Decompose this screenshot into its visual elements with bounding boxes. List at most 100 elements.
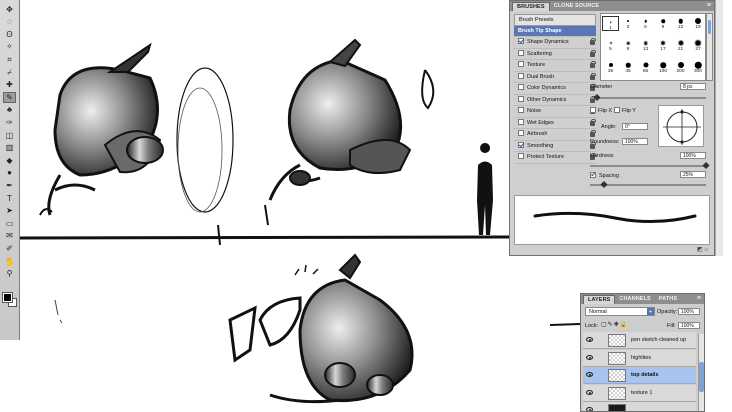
option-checkbox[interactable] xyxy=(518,141,524,148)
type-icon[interactable]: T xyxy=(3,193,16,204)
opacity-field[interactable]: 100% xyxy=(678,308,700,315)
brush-option-color-dynamics[interactable]: Color Dynamics xyxy=(514,83,596,95)
brush-tip[interactable]: 9 xyxy=(620,38,637,53)
brush-tip[interactable]: 300 xyxy=(690,60,706,75)
zoom-icon[interactable]: ⚲ xyxy=(3,269,16,280)
history-brush-icon[interactable]: ✑ xyxy=(3,117,16,128)
eye-icon[interactable] xyxy=(586,407,593,411)
brush-tip[interactable]: 100 xyxy=(655,60,672,75)
shape-icon[interactable]: ▭ xyxy=(3,218,16,229)
eye-icon[interactable] xyxy=(586,354,593,360)
lock-icon[interactable] xyxy=(590,38,596,45)
brush-option-noise[interactable]: Noise xyxy=(514,106,596,118)
foreground-color-swatch[interactable] xyxy=(2,292,13,303)
brush-option-airbrush[interactable]: Airbrush xyxy=(514,129,596,141)
option-checkbox[interactable] xyxy=(518,153,524,159)
flip-y-checkbox[interactable]: Flip Y xyxy=(614,107,636,114)
tab-channels[interactable]: CHANNELS xyxy=(615,295,654,304)
brush-tip[interactable]: 5 xyxy=(602,38,619,53)
brush-tip[interactable]: 27 xyxy=(690,38,706,53)
crop-icon[interactable]: ⌗ xyxy=(3,54,16,65)
brush-option-wet-edges[interactable]: Wet Edges xyxy=(514,118,596,129)
option-checkbox[interactable] xyxy=(518,61,524,67)
stamp-icon[interactable]: ♣ xyxy=(3,105,16,116)
lock-icons[interactable]: ▢✎✥🔒 xyxy=(601,321,628,328)
brush-tip[interactable]: 45 xyxy=(620,60,637,75)
eraser-icon[interactable]: ◫ xyxy=(3,130,16,141)
healing-icon[interactable]: ✚ xyxy=(3,80,16,91)
diameter-field[interactable]: 8 px xyxy=(680,83,706,90)
hand-icon[interactable]: ✋ xyxy=(3,256,16,267)
brush-tip[interactable]: 5 xyxy=(637,16,654,31)
lock-icon[interactable] xyxy=(590,130,596,137)
blend-mode-select[interactable]: Normal ▼ xyxy=(585,307,655,316)
brush-presets-button[interactable]: Brush Presets xyxy=(514,14,596,26)
layers-menu-icon[interactable]: ≡ xyxy=(697,295,701,303)
option-checkbox[interactable] xyxy=(518,95,524,102)
magic-wand-icon[interactable]: ✧ xyxy=(3,42,16,53)
tab-paths[interactable]: PATHS xyxy=(655,295,681,304)
brush-option-protect-texture[interactable]: Protect Texture xyxy=(514,152,596,164)
option-checkbox[interactable] xyxy=(518,38,524,44)
brush-tip[interactable]: 19 xyxy=(690,16,706,31)
angle-field[interactable]: 0° xyxy=(622,123,648,130)
option-checkbox[interactable] xyxy=(518,130,524,136)
brush-tip[interactable]: 65 xyxy=(637,60,654,75)
brush-tip[interactable]: 13 xyxy=(637,38,654,53)
brush-tip[interactable]: 9 xyxy=(655,16,672,31)
spacing-field[interactable]: 25% xyxy=(680,171,706,178)
brush-option-texture[interactable]: Texture xyxy=(514,60,596,72)
canvas-vertical-scrollbar[interactable] xyxy=(715,0,723,256)
move-icon[interactable]: ✥ xyxy=(3,4,16,15)
eye-icon[interactable] xyxy=(586,337,593,342)
gradient-icon[interactable]: ▥ xyxy=(3,143,16,154)
brush-option-scattering[interactable]: Scattering xyxy=(514,49,596,60)
brush-tip[interactable]: 17 xyxy=(655,38,672,53)
spacing-checkbox[interactable]: Spacing xyxy=(590,171,619,179)
diameter-slider[interactable] xyxy=(590,93,706,102)
hardness-slider[interactable] xyxy=(590,161,710,170)
path-select-icon[interactable]: ➤ xyxy=(3,206,16,217)
notes-icon[interactable]: ✉ xyxy=(3,231,16,242)
option-checkbox[interactable] xyxy=(518,118,524,125)
lasso-icon[interactable]: ʘ xyxy=(3,29,16,40)
roundness-field[interactable]: 100% xyxy=(622,138,648,145)
brush-option-brush-tip-shape[interactable]: Brush Tip Shape xyxy=(514,25,596,37)
option-checkbox[interactable] xyxy=(518,49,524,56)
option-checkbox[interactable] xyxy=(518,84,524,90)
brush-tip[interactable]: 35 xyxy=(602,60,619,75)
slice-icon[interactable]: ⌿ xyxy=(3,67,16,78)
marquee-icon[interactable]: ◌ xyxy=(3,17,16,28)
pen-icon[interactable]: ✒ xyxy=(3,180,16,191)
option-checkbox[interactable] xyxy=(518,72,524,79)
angle-roundness-widget[interactable] xyxy=(658,105,704,147)
flip-x-checkbox[interactable]: Flip X xyxy=(590,107,612,114)
lock-icon[interactable] xyxy=(590,118,596,126)
brush-icon[interactable]: ✎ xyxy=(3,92,16,104)
brush-tip[interactable]: 13 xyxy=(672,16,689,31)
layer-row[interactable]: highlites xyxy=(583,349,696,367)
fill-field[interactable]: 100% xyxy=(678,322,700,329)
panel-menu-icon[interactable]: ≡ xyxy=(707,2,711,10)
tab-brushes[interactable]: BRUSHES xyxy=(512,2,550,11)
layers-scrollbar[interactable] xyxy=(698,334,704,411)
brush-option-smoothing[interactable]: Smoothing xyxy=(514,141,596,152)
eyedropper-icon[interactable]: ✐ xyxy=(3,243,16,254)
brush-tip[interactable]: 200 xyxy=(672,60,689,75)
blur-icon[interactable]: ◆ xyxy=(3,155,16,166)
eye-icon[interactable] xyxy=(586,389,593,395)
lock-icon[interactable] xyxy=(590,72,596,80)
layer-row[interactable] xyxy=(583,402,696,411)
brush-option-other-dynamics[interactable]: Other Dynamics xyxy=(514,95,596,106)
spacing-slider[interactable] xyxy=(590,180,706,189)
tab-layers[interactable]: LAYERS xyxy=(583,295,616,304)
brush-tip[interactable]: 1 xyxy=(602,16,619,31)
tab-clone-source[interactable]: CLONE SOURCE xyxy=(550,2,604,11)
brush-option-dual-brush[interactable]: Dual Brush xyxy=(514,72,596,83)
brush-tip[interactable]: 21 xyxy=(672,38,689,53)
lock-icon[interactable] xyxy=(590,61,596,68)
layer-row[interactable]: top details xyxy=(583,367,696,384)
layer-row[interactable]: pen sketch cleaned up xyxy=(583,332,696,349)
hardness-field[interactable]: 100% xyxy=(680,152,706,159)
option-checkbox[interactable] xyxy=(518,107,524,113)
